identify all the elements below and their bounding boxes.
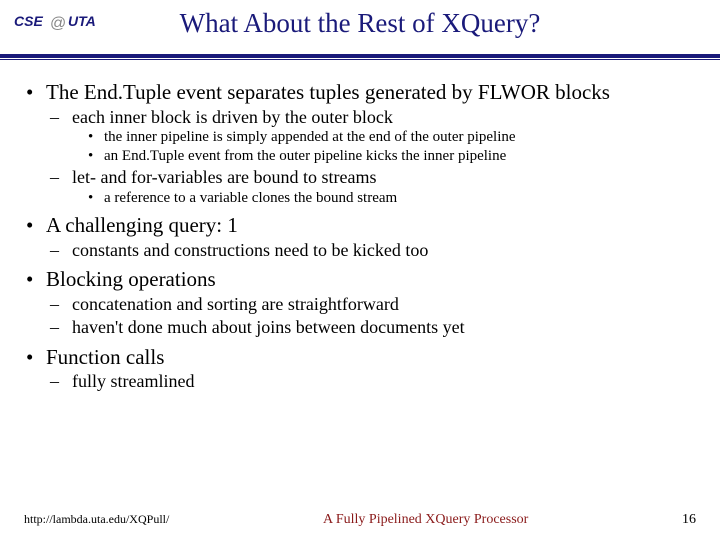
page-number: 16 — [682, 512, 696, 528]
logo-icon: CSE UTA @ — [14, 10, 96, 38]
at-icon: @ — [50, 15, 66, 32]
slide-body: The End.Tuple event separates tuples gen… — [0, 56, 720, 393]
bullet-l2: concatenation and sorting are straightfo… — [50, 294, 694, 315]
slide: CSE UTA @ What About the Rest of XQuery?… — [0, 0, 720, 540]
bullet-list: The End.Tuple event separates tuples gen… — [26, 80, 694, 393]
bullet-l1: Function calls — [26, 345, 694, 370]
footer-title: A Fully Pipelined XQuery Processor — [323, 512, 528, 528]
bullet-l2: each inner block is driven by the outer … — [50, 107, 694, 128]
bullet-l3: the inner pipeline is simply appended at… — [88, 129, 694, 147]
bullet-l3: an End.Tuple event from the outer pipeli… — [88, 148, 694, 166]
bullet-l2: haven't done much about joins between do… — [50, 317, 694, 338]
cse-uta-logo: CSE UTA @ — [14, 10, 96, 43]
title-rule-thin — [0, 59, 720, 60]
bullet-l2: constants and constructions need to be k… — [50, 240, 694, 261]
slide-header: CSE UTA @ What About the Rest of XQuery? — [0, 0, 720, 56]
logo-cse-text: CSE — [14, 13, 43, 29]
bullet-l1: Blocking operations — [26, 267, 694, 292]
bullet-l1: The End.Tuple event separates tuples gen… — [26, 80, 694, 105]
bullet-l1: A challenging query: 1 — [26, 213, 694, 238]
logo-uta-text: UTA — [68, 13, 96, 29]
slide-footer: http://lambda.uta.edu/XQPull/ A Fully Pi… — [0, 512, 720, 528]
bullet-l3: a reference to a variable clones the bou… — [88, 190, 694, 208]
slide-title: What About the Rest of XQuery? — [0, 0, 720, 39]
bullet-l2: let- and for-variables are bound to stre… — [50, 167, 694, 188]
title-rule-thick — [0, 54, 720, 58]
bullet-l2: fully streamlined — [50, 371, 694, 392]
footer-url: http://lambda.uta.edu/XQPull/ — [24, 512, 169, 527]
